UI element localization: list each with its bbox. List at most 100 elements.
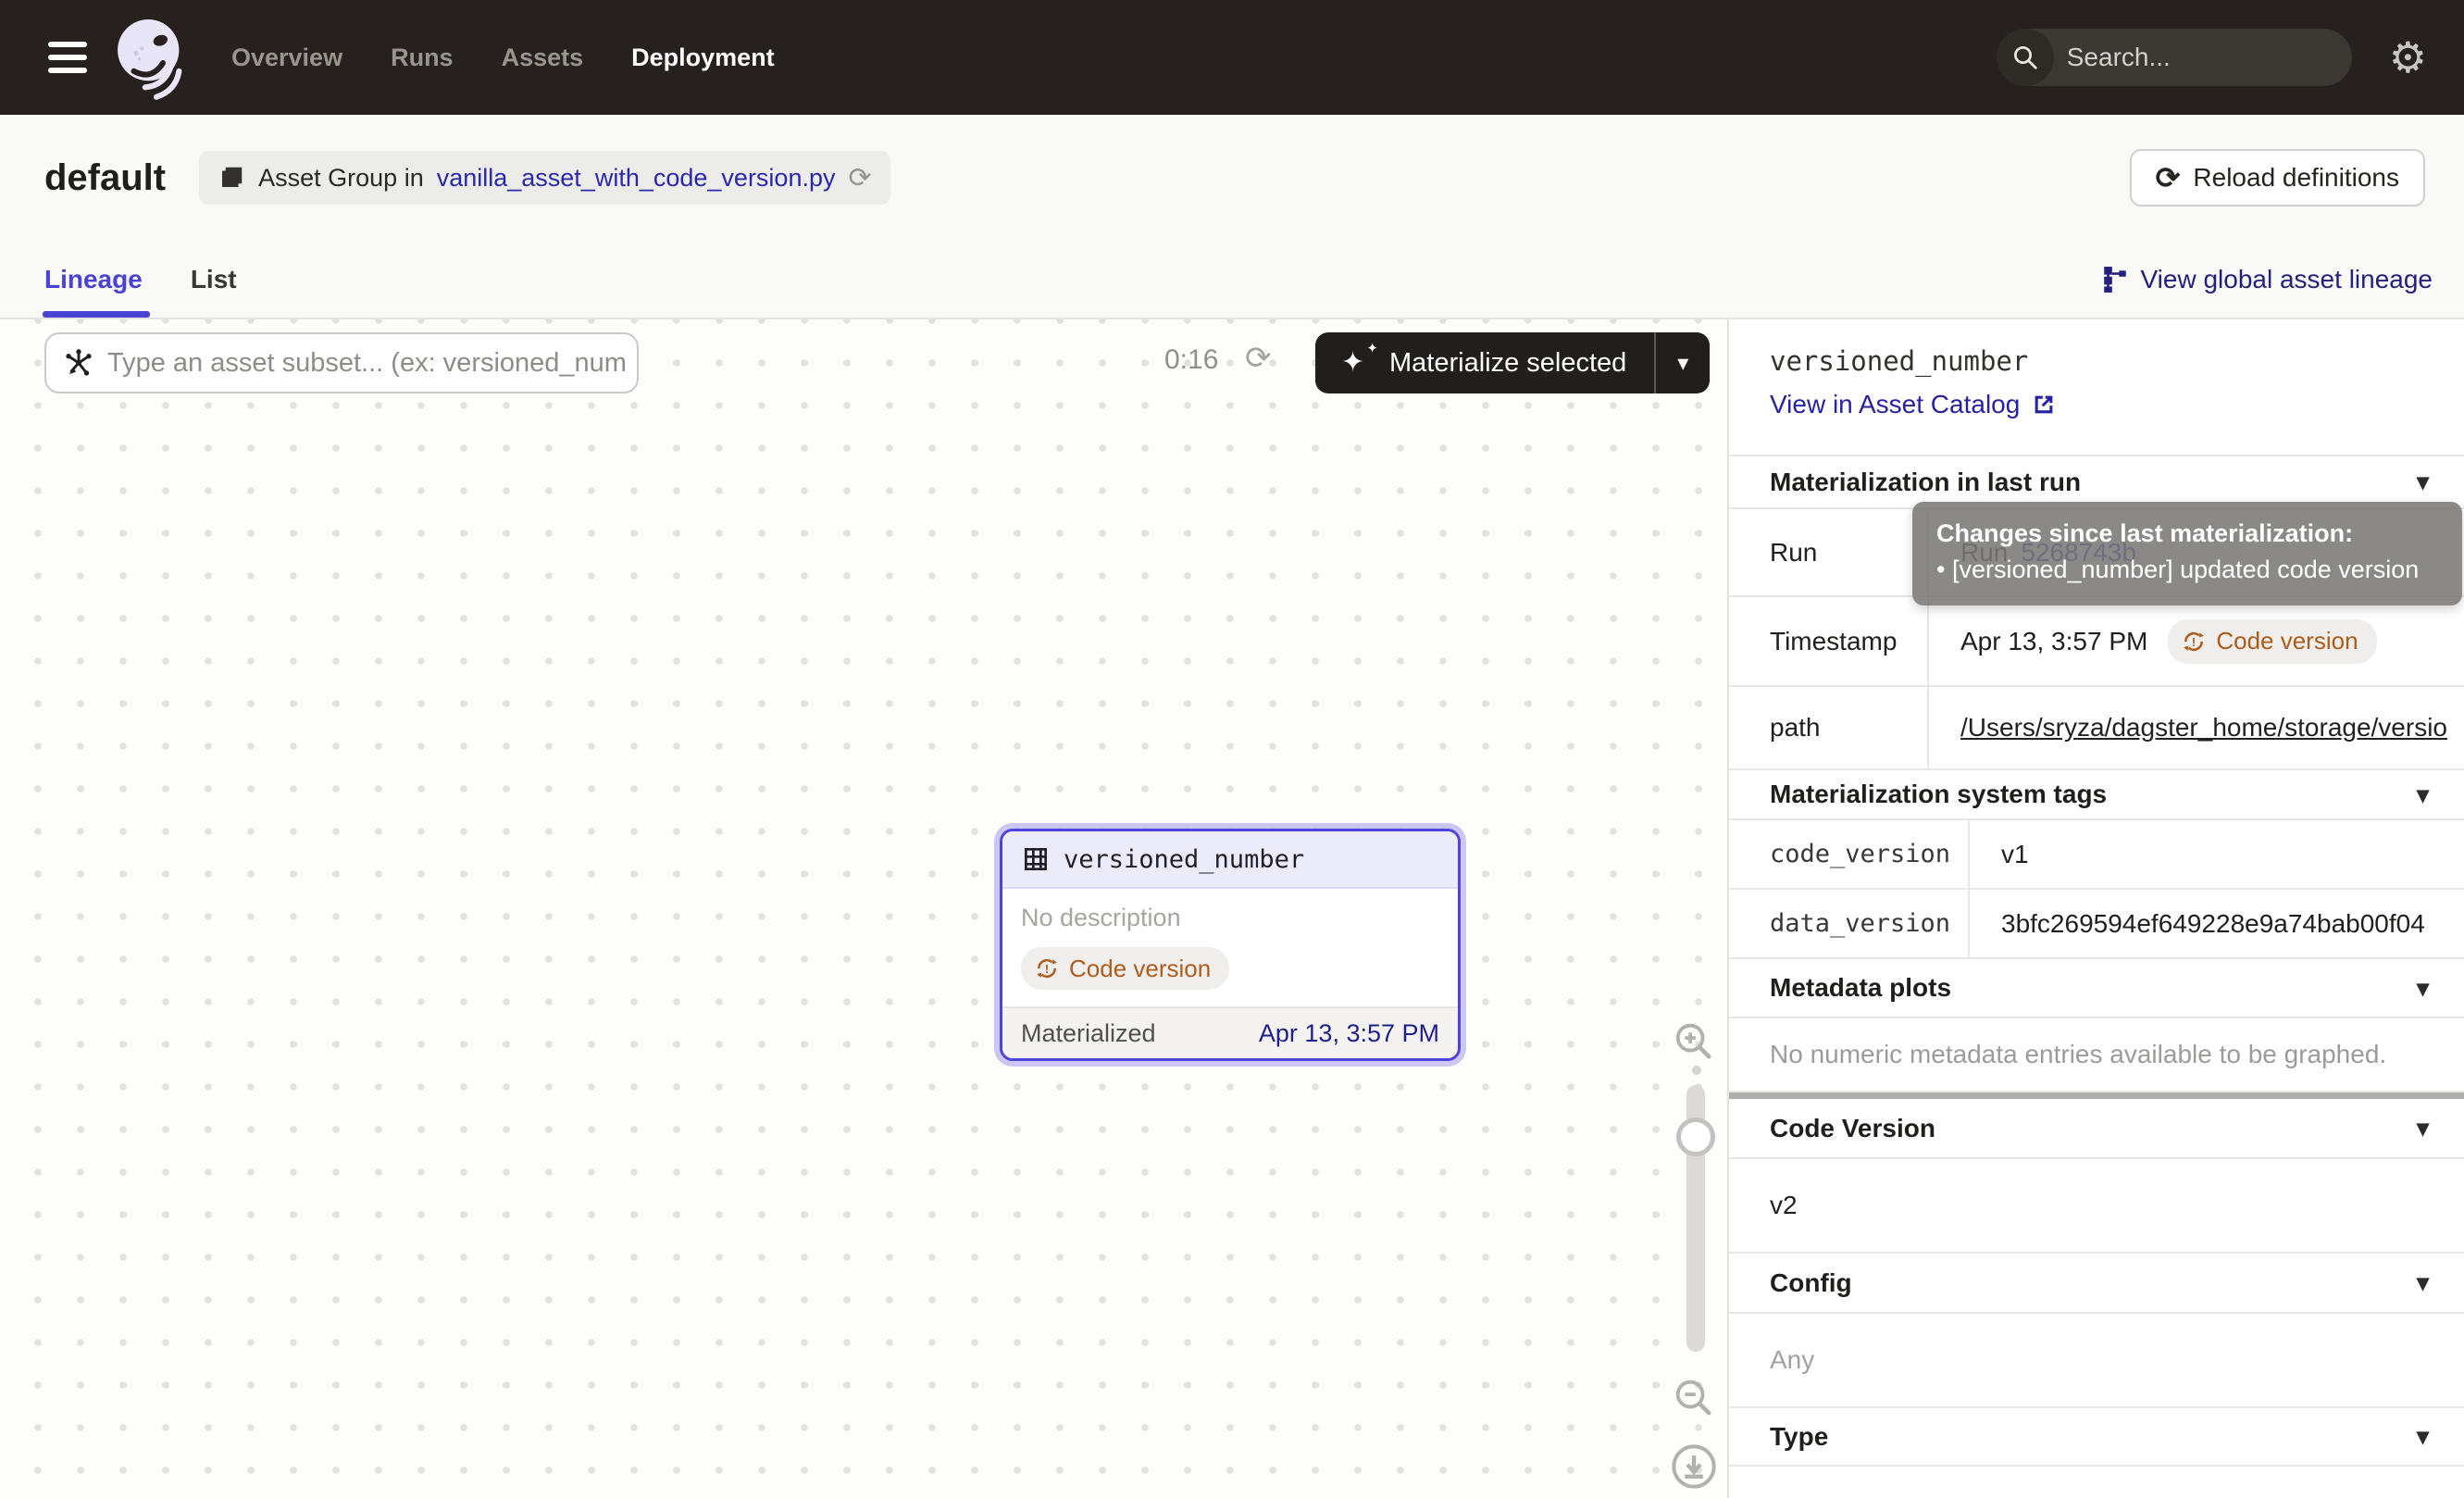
code-version-definition-value: v2 [1729, 1159, 2464, 1254]
path-row: path /Users/sryza/dagster_home/storage/v… [1729, 687, 2464, 770]
global-search[interactable]: / [1997, 29, 2352, 86]
run-row-label: Run [1729, 509, 1929, 595]
section-code-version-label: Code Version [1770, 1114, 1935, 1143]
chevron-down-icon: ▾ [2417, 1268, 2429, 1297]
op-selector-icon [63, 347, 94, 379]
asset-subset-filter[interactable] [44, 332, 639, 393]
asset-details-panel: versioned_number View in Asset Catalog M… [1727, 319, 2464, 1498]
materialize-dropdown-caret[interactable]: ▾ [1656, 332, 1710, 393]
primary-nav-links: Overview Runs Assets Deployment [231, 44, 775, 72]
data-version-value: 3bfc269594ef649228e9a74bab00f04 [1970, 890, 2464, 957]
zoom-in-button[interactable] [1672, 1019, 1714, 1062]
asset-node-description: No description [1021, 904, 1439, 932]
gear-icon[interactable]: ⚙ [2389, 36, 2427, 79]
tooltip-item: • [versioned_number] updated code versio… [1936, 552, 2438, 588]
asset-node-footer: Materialized Apr 13, 3:57 PM [1002, 1006, 1458, 1058]
svg-text:!: ! [1045, 962, 1049, 976]
asset-node-versioned-number[interactable]: versioned_number No description ! Cod [1000, 829, 1461, 1061]
nav-item-deployment[interactable]: Deployment [631, 44, 775, 72]
timestamp-value: Apr 13, 3:57 PM [1960, 627, 2147, 656]
nav-item-overview[interactable]: Overview [231, 44, 342, 72]
zoom-slider-top-dot [1692, 1066, 1701, 1075]
panel-title-block: versioned_number View in Asset Catalog [1729, 319, 2464, 456]
reload-icon: ⟳ [2156, 160, 2181, 195]
search-input[interactable] [2054, 43, 2352, 72]
section-materialization-label: Materialization in last run [1770, 468, 2081, 497]
timestamp-row: Timestamp Apr 13, 3:57 PM ! Code version [1729, 597, 2464, 687]
tab-list[interactable]: List [191, 241, 237, 318]
asset-graph-canvas[interactable]: 0:16 ⟳ ✦ ✦ Materialize selected ▾ versio… [0, 319, 1727, 1498]
config-value: Any [1729, 1314, 2464, 1408]
view-global-asset-lineage-link[interactable]: View global asset lineage [2102, 265, 2433, 294]
section-type[interactable]: Type ▾ [1729, 1408, 2464, 1467]
timestamp-code-version-label: Code version [2216, 627, 2358, 655]
section-config-label: Config [1770, 1268, 1852, 1298]
view-global-asset-lineage-label: View global asset lineage [2141, 265, 2433, 294]
code-version-sync-icon: ! [2181, 629, 2207, 655]
page-title: default [44, 157, 166, 199]
chevron-down-icon: ▾ [2417, 468, 2429, 496]
nav-item-assets[interactable]: Assets [502, 44, 584, 72]
chevron-down-icon: ▾ [2417, 1422, 2429, 1451]
code-version-value: v1 [1970, 820, 2464, 888]
asset-subset-input[interactable] [107, 348, 637, 379]
path-value-link[interactable]: /Users/sryza/dagster_home/storage/versio [1960, 713, 2447, 743]
svg-text:!: ! [2192, 634, 2196, 648]
path-row-label: path [1729, 687, 1929, 768]
section-config[interactable]: Config ▾ [1729, 1254, 2464, 1314]
materialize-selected-split-button: ✦ ✦ Materialize selected ▾ [1315, 332, 1710, 393]
timestamp-row-label: Timestamp [1729, 597, 1929, 685]
chevron-down-icon: ▾ [2417, 780, 2429, 809]
chevron-down-icon: ▾ [2417, 1114, 2429, 1142]
code-version-sync-icon: ! [1034, 955, 1060, 981]
main-content: 0:16 ⟳ ✦ ✦ Materialize selected ▾ versio… [0, 319, 2464, 1498]
asset-group-chip: Asset Group in vanilla_asset_with_code_v… [199, 151, 890, 205]
data-version-tag-row: data_version 3bfc269594ef649228e9a74bab0… [1729, 890, 2464, 959]
nav-item-runs[interactable]: Runs [391, 44, 454, 72]
zoom-out-button[interactable] [1672, 1376, 1714, 1418]
section-system-tags[interactable]: Materialization system tags ▾ [1729, 770, 2464, 820]
changes-since-materialization-tooltip: Changes since last materialization: • [v… [1912, 502, 2462, 605]
section-divider [1729, 1092, 2464, 1099]
nav-right-cluster: / ⚙ [1997, 29, 2464, 86]
chevron-down-icon: ▾ [2417, 974, 2429, 1003]
data-version-key: data_version [1729, 890, 1970, 957]
hamburger-menu-icon[interactable] [48, 42, 87, 73]
section-code-version[interactable]: Code Version ▾ [1729, 1099, 2464, 1159]
materialize-selected-button[interactable]: ✦ ✦ Materialize selected [1315, 332, 1654, 393]
download-graph-button[interactable] [1670, 1442, 1718, 1491]
dagster-logo-icon[interactable] [109, 13, 191, 102]
reload-definitions-button[interactable]: ⟳ Reload definitions [2130, 149, 2425, 206]
zoom-slider-handle[interactable] [1676, 1117, 1715, 1156]
materialize-selected-label: Materialize selected [1389, 348, 1626, 379]
code-version-tag-row: code_version v1 [1729, 820, 2464, 890]
asset-node-title: versioned_number [1064, 845, 1304, 874]
tab-lineage[interactable]: Lineage [44, 241, 143, 318]
top-navigation-bar: Overview Runs Assets Deployment / ⚙ [0, 0, 2464, 115]
asset-node-header: versioned_number [1002, 831, 1458, 889]
external-link-icon [2031, 392, 2057, 418]
page-header: default Asset Group in vanilla_asset_wit… [0, 115, 2464, 241]
asset-group-file-link[interactable]: vanilla_asset_with_code_version.py [437, 164, 836, 193]
section-system-tags-label: Materialization system tags [1770, 780, 2107, 809]
chip-refresh-icon[interactable]: ⟳ [848, 162, 871, 194]
metadata-plots-empty-note: No numeric metadata entries available to… [1729, 1018, 2464, 1092]
timestamp-code-version-tag[interactable]: ! Code version [2168, 619, 2376, 664]
refresh-timer: 0:16 [1164, 344, 1218, 376]
materialized-timestamp-link[interactable]: Apr 13, 3:57 PM [1259, 1019, 1439, 1048]
tooltip-title: Changes since last materialization: [1936, 516, 2438, 552]
asset-node-body: No description ! Code version [1002, 889, 1458, 1006]
sparkle-icon: ✦ ✦ [1343, 347, 1375, 379]
code-version-tag[interactable]: ! Code version [1021, 947, 1229, 990]
table-icon [1021, 844, 1051, 874]
panel-asset-title: versioned_number [1770, 345, 2464, 377]
materialized-status-label: Materialized [1021, 1019, 1156, 1048]
tab-strip: Lineage List View global asset lineage [0, 241, 2464, 319]
asset-group-grid-icon [218, 164, 245, 192]
view-in-asset-catalog-label: View in Asset Catalog [1770, 390, 2020, 419]
graph-refresh-icon[interactable]: ⟳ [1245, 340, 1272, 377]
view-in-asset-catalog-link[interactable]: View in Asset Catalog [1770, 390, 2464, 419]
section-metadata-plots[interactable]: Metadata plots ▾ [1729, 959, 2464, 1018]
section-type-label: Type [1770, 1422, 1828, 1452]
code-version-tag-label: Code version [1069, 955, 1211, 983]
